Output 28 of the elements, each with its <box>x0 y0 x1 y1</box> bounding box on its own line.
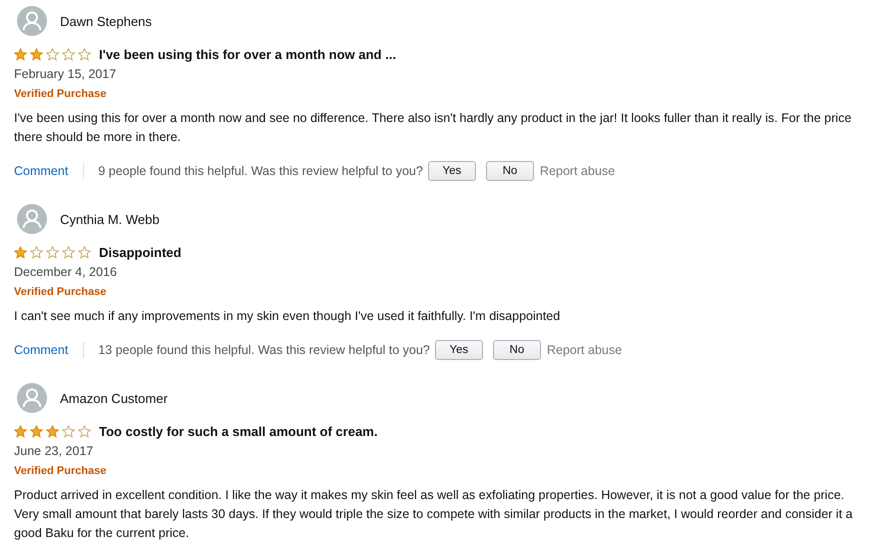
report-link[interactable]: Report abuse <box>546 343 622 357</box>
no-button[interactable]: No <box>492 340 541 360</box>
yes-button[interactable]: Yes <box>434 340 483 360</box>
reviewer-name: Amazon Customer <box>60 390 168 406</box>
comment-link[interactable]: Comment <box>14 164 68 178</box>
yes-button[interactable]: Yes <box>428 161 476 181</box>
review-title: Disappointed <box>99 244 182 260</box>
no-button[interactable]: No <box>486 161 534 181</box>
comment-link[interactable]: Comment <box>14 343 68 357</box>
report-link[interactable]: Report abuse <box>540 164 615 178</box>
reviewer-name: Cynthia M. Webb <box>60 212 160 226</box>
avatar-icon <box>17 383 47 413</box>
review-title: Too costly for such a small amount of cream. <box>99 424 378 438</box>
verified-label: Verified Purchase <box>14 464 108 479</box>
avatar-icon <box>17 204 47 234</box>
review-text: I can't see much if any improvements in my skin even though I've used it faithfully. I'm disappointed <box>14 308 562 325</box>
helpful-text: 9 people found this helpful. Was this review helpful to you? <box>98 164 423 178</box>
avatar-icon <box>17 6 47 36</box>
reviewer-name: Dawn Stephens <box>60 14 152 28</box>
verified-label: Verified Purchase <box>14 87 108 102</box>
review-date: February 15, 2017 <box>14 66 118 83</box>
review-date: December 4, 2016 <box>14 264 118 281</box>
review-text: I've been using this for over a month now and see no difference. There also isn't hardly any product in the jar! It looks fuller than it really is. For the price there should be more in there. <box>14 110 852 146</box>
review-date: June 23, 2017 <box>14 443 94 460</box>
review-title: I've been using this for over a month now and ... <box>99 46 396 62</box>
review-text: Product arrived in excellent condition. I like the way it makes my skin feel as well as exfoliating properties. However, it is not a good value for the price. Very small amount that barely lasts 30 days. If they would triple the size to compete with similar products in the market, I would reorder and consider it a good Baku for the current price. <box>14 487 854 542</box>
helpful-text: 13 people found this helpful. Was this review helpful to you? <box>98 343 430 357</box>
verified-label: Verified Purchase <box>14 285 108 300</box>
